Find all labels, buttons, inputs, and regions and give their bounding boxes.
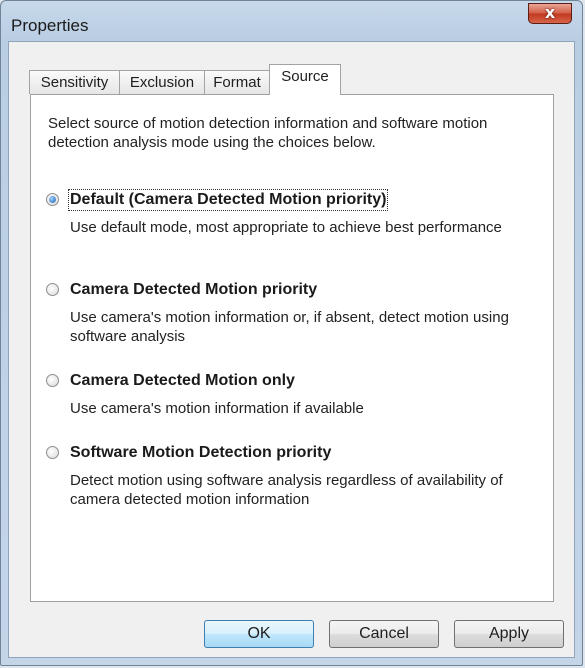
option-software-priority-label[interactable]: Software Motion Detection priority bbox=[70, 444, 331, 462]
window-title: Properties bbox=[11, 16, 89, 35]
option-camera-only-description: Use camera's motion information if avail… bbox=[70, 400, 364, 417]
option-camera-priority-label[interactable]: Camera Detected Motion priority bbox=[70, 281, 317, 299]
tab-exclusion[interactable]: Exclusion bbox=[119, 70, 205, 94]
close-button[interactable]: x bbox=[528, 3, 572, 24]
close-icon: x bbox=[544, 3, 556, 22]
apply-button[interactable]: Apply bbox=[454, 620, 564, 648]
option-default-label[interactable]: Default (Camera Detected Motion priority… bbox=[67, 189, 389, 211]
radio-software-priority[interactable] bbox=[46, 446, 59, 459]
option-default-description: Use default mode, most appropriate to ac… bbox=[70, 219, 502, 236]
radio-default[interactable] bbox=[46, 193, 59, 206]
option-software-priority-description: Detect motion using software analysis re… bbox=[70, 472, 503, 508]
radio-camera-only[interactable] bbox=[46, 374, 59, 387]
tab-format[interactable]: Format bbox=[204, 70, 270, 94]
cancel-button[interactable]: Cancel bbox=[329, 620, 439, 648]
option-camera-priority-description: Use camera's motion information or, if a… bbox=[70, 309, 509, 345]
ok-button[interactable]: OK bbox=[204, 620, 314, 648]
option-camera-only-label[interactable]: Camera Detected Motion only bbox=[70, 372, 295, 390]
intro-text: Select source of motion detection inform… bbox=[48, 115, 488, 151]
radio-camera-priority[interactable] bbox=[46, 283, 59, 296]
tab-source[interactable]: Source bbox=[269, 64, 341, 95]
source-tab-panel: Select source of motion detection inform… bbox=[30, 94, 554, 602]
dialog-body: Sensitivity Exclusion Format Source Sele… bbox=[8, 41, 575, 658]
tab-sensitivity[interactable]: Sensitivity bbox=[29, 70, 120, 94]
title-bar[interactable]: Properties x bbox=[1, 1, 582, 41]
properties-dialog: Properties x Sensitivity Exclusion Forma… bbox=[0, 0, 583, 666]
